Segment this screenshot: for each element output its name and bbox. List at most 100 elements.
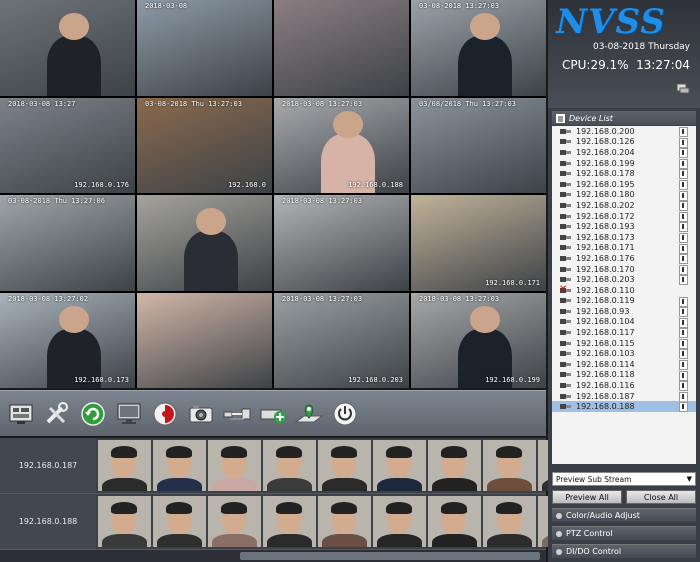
camera-tile[interactable] <box>274 0 409 96</box>
device-list-item[interactable]: 192.168.0.173 <box>552 232 696 243</box>
device-list-header: Device List <box>552 111 696 125</box>
thumbnail-body <box>267 534 312 547</box>
device-list-item[interactable]: 192.168.0.203 <box>552 274 696 286</box>
face-thumbnail[interactable] <box>483 440 536 491</box>
add-device-button[interactable] <box>258 399 288 429</box>
device-list-item[interactable]: 192.168.0.119 <box>552 296 696 307</box>
device-list-item[interactable]: 192.168.0.199 <box>552 158 696 169</box>
device-list-item[interactable]: 192.168.0.126 <box>552 137 696 148</box>
device-list-item[interactable]: 192.168.0.204 <box>552 147 696 159</box>
device-list-item[interactable]: 192.168.0.170 <box>552 264 696 275</box>
monitor-button[interactable] <box>114 399 144 429</box>
camera-tile[interactable] <box>0 0 135 96</box>
face-thumbnail[interactable] <box>153 440 206 491</box>
device-list-item[interactable]: 192.168.0.118 <box>552 370 696 381</box>
face-thumbnail[interactable] <box>318 440 371 491</box>
device-list-title: Device List <box>569 113 613 123</box>
device-status-icon <box>679 307 688 318</box>
device-status-icon <box>679 275 688 286</box>
device-list-item[interactable]: 192.168.0.104 <box>552 317 696 328</box>
preview-scrollbar[interactable] <box>0 550 546 562</box>
device-list-item[interactable]: 192.168.0.180 <box>552 190 696 201</box>
device-list-item[interactable]: 192.168.0.188 <box>552 401 696 413</box>
camera-tile[interactable]: 2018-03-08 13:27:03 <box>274 195 409 291</box>
snapshot-button[interactable] <box>186 399 216 429</box>
face-thumbnail[interactable] <box>428 496 481 547</box>
face-thumbnail[interactable] <box>318 496 371 547</box>
device-ip: 192.168.0.104 <box>576 317 635 327</box>
device-status-icon <box>679 169 688 180</box>
thumbnail-hair <box>221 446 247 458</box>
face-thumbnail[interactable] <box>208 496 261 547</box>
camera-grid: 2018-03-08 03-08-2018 13:27:03 2018-03-08 … <box>0 0 546 388</box>
device-list-item[interactable]: 192.168.0.176 <box>552 253 696 265</box>
device-config-button[interactable] <box>6 399 36 429</box>
section-ptz-control[interactable]: PTZ Control <box>552 526 696 540</box>
camera-tile[interactable] <box>137 292 272 388</box>
stream-select[interactable]: Preview Sub Stream ▼ <box>552 472 696 486</box>
thumbnail-body <box>212 478 257 491</box>
face-thumbnail[interactable] <box>428 440 481 491</box>
device-list-item[interactable]: 192.168.0.200 <box>552 126 696 137</box>
device-ip: 192.168.0.200 <box>576 126 635 136</box>
face-thumbnail[interactable] <box>263 440 316 491</box>
camera-tile[interactable]: 2018-03-08 13:27:03 192.168.0.199 <box>411 292 546 388</box>
device-ip: 192.168.0.171 <box>576 243 635 253</box>
device-list-item[interactable]: 192.168.0.103 <box>552 348 696 360</box>
camera-tile[interactable]: 2018-03-08 13:27 192.168.0.176 <box>0 97 135 193</box>
network-status-icon[interactable] <box>676 82 690 96</box>
record-button[interactable] <box>150 399 180 429</box>
camera-ip-overlay: 192.168.0 <box>228 181 266 189</box>
camera-tile[interactable]: 03-08-2018 Thu 13:27:06 <box>0 195 135 291</box>
device-list-item[interactable]: 192.168.0.172 <box>552 211 696 222</box>
camera-tile[interactable]: 2018-03-08 <box>137 0 272 96</box>
camera-tile[interactable]: 2018-03-08 13:27:02 192.168.0.173 <box>0 292 135 388</box>
face-thumbnail[interactable] <box>483 496 536 547</box>
camera-tile[interactable]: 2018-03-08 13:27:03 192.168.0.203 <box>274 292 409 388</box>
device-list-item[interactable]: 192.168.0.93 <box>552 306 696 318</box>
network-button[interactable] <box>222 399 252 429</box>
face-thumbnail[interactable] <box>208 440 261 491</box>
device-camera-icon <box>560 202 572 209</box>
device-list-item[interactable]: 192.168.0.117 <box>552 327 696 339</box>
device-list-item[interactable]: 192.168.0.193 <box>552 221 696 233</box>
preview-all-button[interactable]: Preview All <box>552 490 622 504</box>
device-list-item[interactable]: 192.168.0.115 <box>552 338 696 349</box>
section-dido-control[interactable]: DI/DO Control <box>552 544 696 558</box>
tools-button[interactable] <box>42 399 72 429</box>
device-list-item[interactable]: 192.168.0.116 <box>552 380 696 392</box>
face-thumbnail[interactable] <box>98 440 151 491</box>
device-list-item[interactable]: 192.168.0.187 <box>552 391 696 402</box>
camera-tile[interactable]: 2018-03-08 13:27:03 192.168.0.188 <box>274 97 409 193</box>
scrollbar-thumb[interactable] <box>240 552 540 560</box>
device-list-item[interactable]: 192.168.0.171 <box>552 243 696 254</box>
face-thumbnail[interactable] <box>373 440 426 491</box>
map-button[interactable] <box>294 399 324 429</box>
camera-timestamp: 2018-03-08 13:27 <box>8 99 76 108</box>
device-list-item[interactable]: 192.168.0.178 <box>552 168 696 180</box>
camera-tile[interactable]: 192.168.0.171 <box>411 195 546 291</box>
face-thumbnail[interactable] <box>153 496 206 547</box>
device-list-item[interactable]: ✕ 192.168.0.110 <box>552 284 696 296</box>
camera-tile[interactable]: 03-08-2018 Thu 13:27:03 192.168.0 <box>137 97 272 193</box>
refresh-button[interactable] <box>78 399 108 429</box>
close-all-button[interactable]: Close All <box>626 490 696 504</box>
power-icon <box>333 402 357 425</box>
face-thumbnail[interactable] <box>373 496 426 547</box>
device-list-item[interactable]: 192.168.0.202 <box>552 200 696 212</box>
tools-icon <box>46 401 68 423</box>
device-list-item[interactable]: 192.168.0.195 <box>552 179 696 190</box>
face-thumbnail[interactable] <box>98 496 151 547</box>
person-head <box>196 208 227 236</box>
section-color-audio[interactable]: Color/Audio Adjust <box>552 508 696 522</box>
power-button[interactable] <box>330 399 360 429</box>
camera-tile[interactable]: 03-08-2018 13:27:03 <box>411 0 546 96</box>
camera-ip-overlay: 192.168.0.176 <box>74 181 129 189</box>
refresh-icon <box>81 401 105 426</box>
camera-tile[interactable]: 03/08/2018 Thu 13:27:03 <box>411 97 546 193</box>
camera-tile[interactable] <box>137 195 272 291</box>
device-list-item[interactable]: 192.168.0.114 <box>552 359 696 371</box>
camera-timestamp: 03-08-2018 13:27:03 <box>419 2 500 10</box>
device-status-icon <box>679 179 688 190</box>
face-thumbnail[interactable] <box>263 496 316 547</box>
